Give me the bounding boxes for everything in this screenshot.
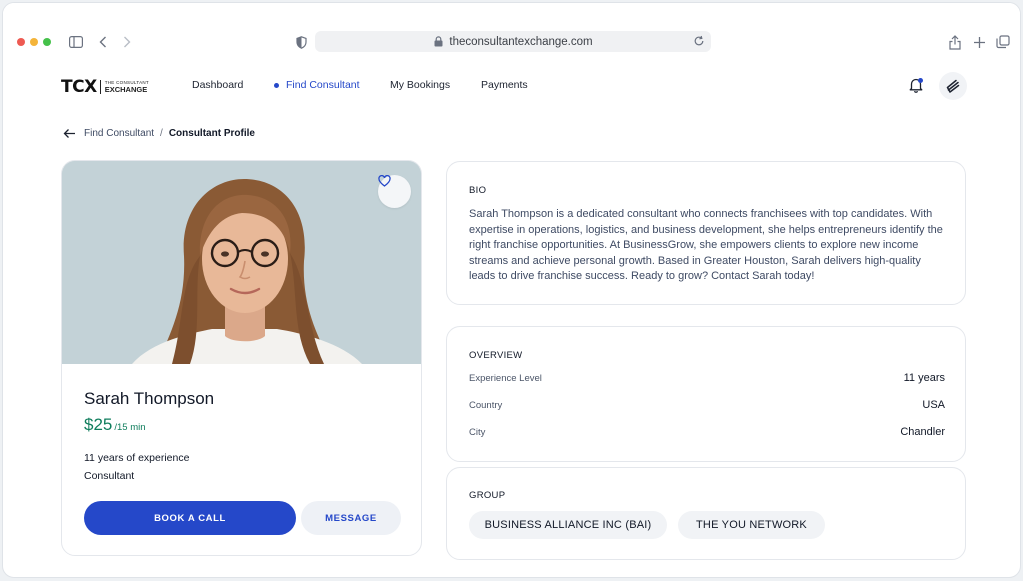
chevron-right-icon[interactable] <box>122 33 132 51</box>
consultant-name: Sarah Thompson <box>84 389 215 408</box>
price-unit: /15 min <box>114 422 146 433</box>
address-bar[interactable]: theconsultantexchange.com <box>315 31 711 52</box>
browser-toolbar: theconsultantexchange.com <box>3 3 1020 63</box>
overview-row-experience: Experience Level 11 years <box>469 372 945 384</box>
message-button[interactable]: MESSAGE <box>301 501 401 535</box>
overview-value: Chandler <box>900 426 945 438</box>
arrow-left-icon[interactable] <box>63 127 76 140</box>
sidebar-icon[interactable] <box>69 33 83 51</box>
breadcrumb-separator: / <box>160 127 163 139</box>
minimize-window-button[interactable] <box>30 38 38 46</box>
overview-label: City <box>469 426 486 438</box>
active-nav-indicator <box>274 83 279 88</box>
group-card: GROUP BUSINESS ALLIANCE INC (BAI) THE YO… <box>446 467 966 560</box>
layers-icon <box>946 79 960 93</box>
overview-value: USA <box>922 399 945 411</box>
profile-photo <box>62 161 421 364</box>
group-chip[interactable]: BUSINESS ALLIANCE INC (BAI) <box>469 511 667 539</box>
overview-row-city: City Chandler <box>469 426 945 438</box>
lock-icon <box>434 36 443 47</box>
role-text: Consultant <box>84 470 135 482</box>
maximize-window-button[interactable] <box>43 38 51 46</box>
overview-value: 11 years <box>903 372 945 384</box>
overview-row-country: Country USA <box>469 399 945 411</box>
browser-window: theconsultantexchange.com TCX THE CONSUL… <box>2 2 1021 578</box>
notification-dot <box>918 78 923 83</box>
overview-label: Country <box>469 399 503 411</box>
breadcrumb: Find Consultant / Consultant Profile <box>63 126 255 140</box>
logo-divider <box>99 80 101 94</box>
chevron-left-icon[interactable] <box>98 33 108 51</box>
url-text: theconsultantexchange.com <box>449 35 593 48</box>
group-heading: GROUP <box>469 490 506 501</box>
tcx-logo[interactable]: TCX THE CONSULTANT EXCHANGE <box>61 77 149 97</box>
breadcrumb-current: Consultant Profile <box>168 127 255 139</box>
plus-icon[interactable] <box>972 33 986 51</box>
nav-payments[interactable]: Payments <box>481 79 528 91</box>
breadcrumb-find-consultant[interactable]: Find Consultant <box>84 128 154 139</box>
overview-card: OVERVIEW Experience Level 11 years Count… <box>446 326 966 462</box>
share-icon[interactable] <box>948 33 962 51</box>
reload-icon[interactable] <box>693 35 705 47</box>
experience-text: 11 years of experience <box>84 452 190 464</box>
group-chip[interactable]: THE YOU NETWORK <box>678 511 825 539</box>
price-amount: $25 <box>84 415 113 434</box>
tabs-icon[interactable] <box>996 33 1010 51</box>
nav-dashboard[interactable]: Dashboard <box>192 79 243 91</box>
bio-heading: BIO <box>469 185 487 196</box>
nav-my-bookings[interactable]: My Bookings <box>390 79 450 91</box>
bio-card: BIO Sarah Thompson is a dedicated consul… <box>446 161 966 305</box>
favorite-button[interactable] <box>378 175 411 208</box>
layers-menu-button[interactable] <box>939 72 967 100</box>
overview-label: Experience Level <box>469 372 542 384</box>
close-window-button[interactable] <box>17 38 25 46</box>
logo-wordmark: THE CONSULTANT EXCHANGE <box>104 80 149 94</box>
bio-text: Sarah Thompson is a dedicated consultant… <box>469 208 943 283</box>
shield-icon[interactable] <box>295 33 307 51</box>
heart-icon <box>378 175 391 187</box>
consultant-price: $25 /15 min <box>84 415 146 435</box>
logo-mark: TCX <box>61 77 97 97</box>
logo-big-text: EXCHANGE <box>104 84 148 94</box>
overview-heading: OVERVIEW <box>469 350 523 361</box>
book-a-call-button[interactable]: BOOK A CALL <box>84 501 296 535</box>
profile-card: Sarah Thompson $25 /15 min 11 years of e… <box>61 160 422 556</box>
nav-find-consultant[interactable]: Find Consultant <box>286 79 360 91</box>
